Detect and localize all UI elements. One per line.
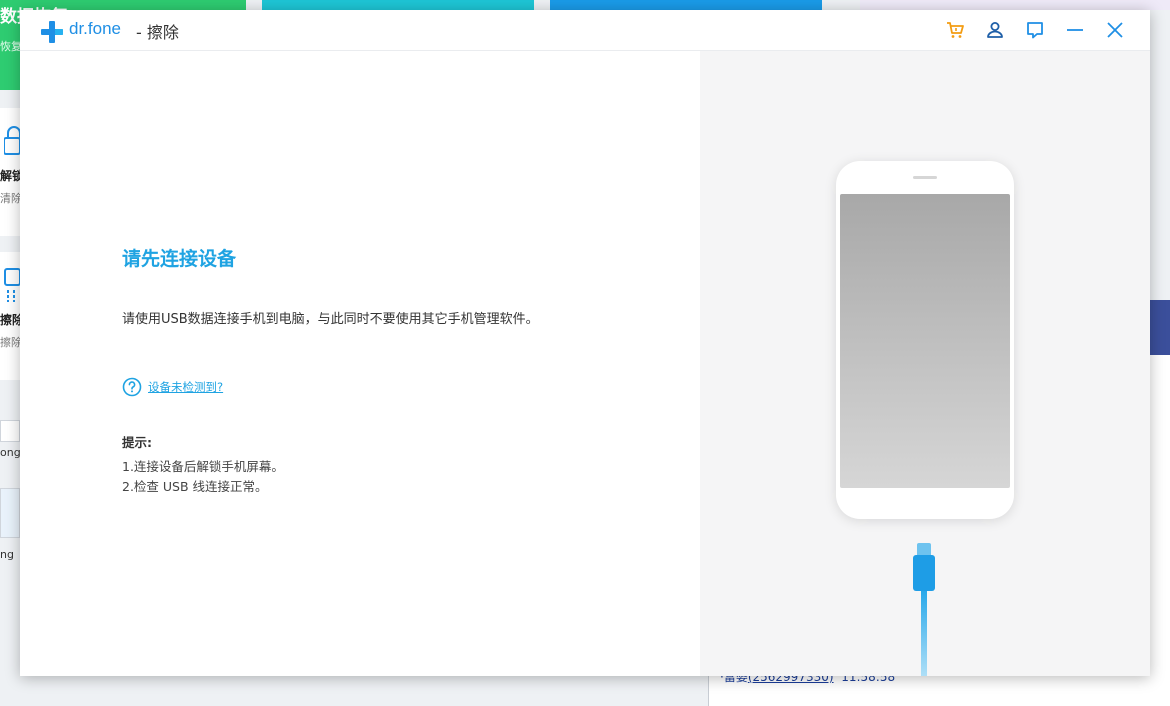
usb-cable-wire	[921, 591, 927, 676]
bg-tile-4	[860, 0, 1170, 10]
bg-right-panel	[1150, 300, 1170, 355]
drfone-window: dr.fone - 擦除 请先连接设备 请使用USB数据连接手机到电脑，与此同时…	[20, 10, 1150, 676]
tip-item: 1.连接设备后解锁手机屏幕。	[122, 459, 284, 474]
phone-speaker	[913, 176, 937, 179]
feedback-button[interactable]	[1023, 18, 1047, 42]
account-icon	[987, 22, 1003, 38]
device-not-detected-link[interactable]: 设备未检测到?	[122, 377, 223, 397]
connect-heading: 请先连接设备	[122, 248, 237, 270]
title-bar[interactable]: dr.fone - 擦除	[20, 10, 1150, 51]
drfone-logo-icon	[41, 21, 63, 43]
feedback-icon	[1027, 22, 1043, 39]
usb-cable-icon	[913, 543, 935, 591]
eraser-icon	[4, 268, 20, 302]
cart-button[interactable]	[943, 18, 967, 42]
close-button[interactable]	[1103, 18, 1127, 42]
bg-tile-2[interactable]	[262, 0, 534, 10]
brand-name: dr.fone	[69, 19, 121, 38]
bg-tile-3[interactable]	[550, 0, 822, 10]
phone-screen	[840, 194, 1010, 488]
lock-icon	[4, 126, 20, 155]
instructions-panel: 请先连接设备 请使用USB数据连接手机到电脑，与此同时不要使用其它手机管理软件。…	[20, 51, 700, 676]
bg-right-panel-body	[1150, 355, 1170, 655]
minimize-button[interactable]	[1063, 18, 1087, 42]
bg-thumbnail-1[interactable]	[0, 420, 20, 442]
close-icon	[1107, 22, 1123, 38]
question-icon	[122, 377, 142, 397]
cart-icon	[947, 22, 964, 38]
bg-thumbnail-1-label: ong	[0, 446, 21, 459]
connect-description: 请使用USB数据连接手机到电脑，与此同时不要使用其它手机管理软件。	[122, 312, 539, 327]
help-link-text[interactable]: 设备未检测到?	[148, 379, 223, 395]
account-button[interactable]	[983, 18, 1007, 42]
window-title: - 擦除	[136, 23, 179, 42]
tip-item: 2.检查 USB 线连接正常。	[122, 479, 268, 494]
bg-thumbnail-2-label: ng	[0, 548, 14, 561]
phone-illustration	[836, 161, 1014, 519]
device-illustration-panel	[700, 51, 1150, 676]
bg-thumbnail-2[interactable]	[0, 488, 20, 538]
minimize-icon	[1067, 29, 1083, 31]
tips-title: 提示:	[122, 435, 152, 450]
